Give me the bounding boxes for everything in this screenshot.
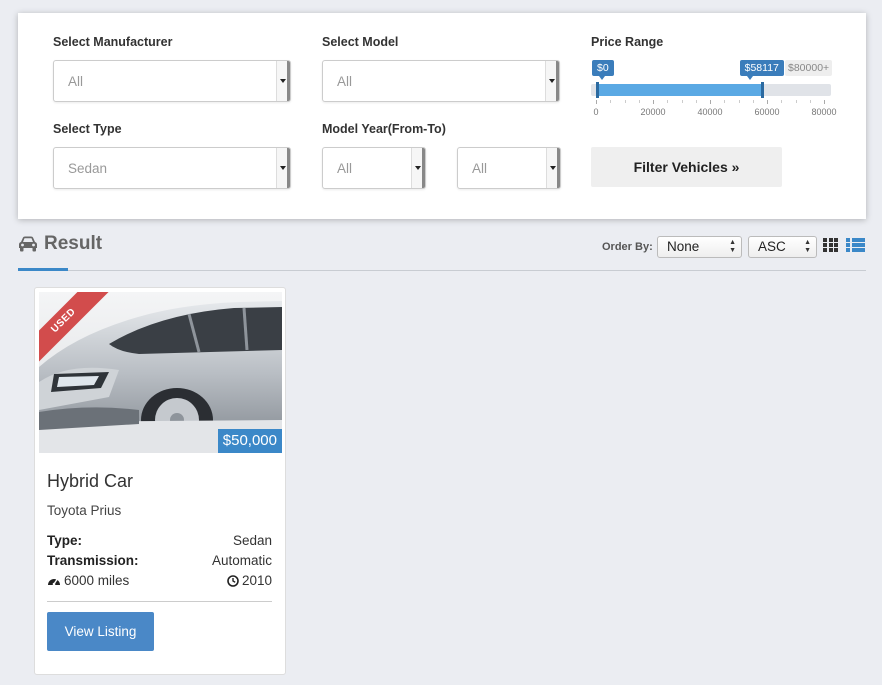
view-listing-button[interactable]: View Listing	[47, 612, 154, 651]
order-by-value: None	[667, 239, 700, 254]
list-view-icon[interactable]	[846, 238, 865, 252]
slider-tick-label: 60000	[754, 107, 780, 117]
slider-tick	[638, 100, 640, 103]
price-current-tag: $58117	[739, 60, 784, 80]
slider-tick	[767, 100, 768, 104]
slider-tick	[596, 100, 597, 104]
slider-tick	[824, 100, 825, 104]
filter-panel: Select Manufacturer All Select Model All…	[18, 13, 866, 219]
slider-tick-label: 40000	[697, 107, 723, 117]
slider-tick	[795, 100, 797, 103]
speedometer-icon	[48, 578, 60, 585]
updown-arrows-icon: ▲ ▼	[804, 239, 811, 254]
year-value: 2010	[241, 573, 272, 588]
year-to-value: All	[472, 161, 488, 176]
model-year-label: Model Year(From-To)	[322, 122, 446, 136]
type-select[interactable]: Sedan	[53, 147, 291, 189]
year-from-select[interactable]: All	[322, 147, 426, 189]
price-range-label: Price Range	[591, 35, 664, 49]
manufacturer-value: All	[68, 74, 84, 89]
slider-tick	[624, 100, 626, 103]
slider-tick	[667, 100, 669, 103]
results-title: Result	[18, 233, 102, 255]
spec-type-row: Type: Sedan	[47, 533, 272, 548]
spec-type-label: Type:	[47, 533, 83, 548]
model-select[interactable]: All	[322, 60, 560, 102]
price-slider-scale: 0 20000 40000 60000 80000	[591, 100, 837, 117]
year-to-select[interactable]: All	[457, 147, 561, 189]
order-by-label: Order By:	[602, 241, 653, 253]
spec-mileage-row: 6000 miles 2010	[47, 573, 272, 588]
price-slider-min-handle[interactable]	[596, 82, 599, 98]
price-slider-max-handle[interactable]	[760, 82, 764, 98]
slider-tick	[681, 100, 683, 103]
slider-tick	[809, 100, 811, 103]
results-underline	[18, 268, 68, 271]
slider-tick	[653, 100, 654, 104]
manufacturer-label: Select Manufacturer	[53, 35, 173, 49]
order-by-select[interactable]: None ▲ ▼	[657, 236, 742, 258]
mileage-value: 6000 miles	[64, 573, 130, 588]
slider-tick	[610, 100, 612, 103]
results-title-text: Result	[44, 233, 103, 254]
updown-arrows-icon: ▲ ▼	[729, 239, 736, 254]
car-icon	[19, 236, 37, 252]
slider-tick-label: 0	[593, 107, 599, 117]
listing-subtitle: Toyota Prius	[47, 503, 122, 518]
spec-transmission-label: Transmission:	[47, 553, 139, 568]
slider-tick	[710, 100, 711, 104]
listing-title[interactable]: Hybrid Car	[47, 471, 133, 492]
clock-icon	[227, 574, 239, 587]
chevron-down-icon	[276, 61, 290, 101]
slider-tick	[738, 100, 740, 103]
slider-tick-label: 80000	[811, 107, 837, 117]
card-divider	[47, 601, 272, 602]
order-direction-value: ASC	[758, 239, 786, 254]
manufacturer-select[interactable]: All	[53, 60, 291, 102]
grid-view-icon[interactable]	[823, 238, 841, 252]
chevron-down-icon	[546, 148, 560, 188]
price-min-tag: $0	[592, 60, 614, 80]
slider-tick	[781, 100, 783, 103]
slider-tick	[724, 100, 726, 103]
slider-tick	[752, 100, 754, 103]
model-label: Select Model	[322, 35, 399, 49]
chevron-down-icon	[276, 148, 290, 188]
filter-vehicles-button[interactable]: Filter Vehicles »	[591, 147, 782, 187]
slider-tick	[695, 100, 697, 103]
slider-tick-label: 20000	[640, 107, 666, 117]
results-header: Result	[18, 233, 102, 255]
chevron-down-icon	[545, 61, 559, 101]
results-divider	[18, 270, 866, 271]
listing-card: USED $50,000 Hybrid Car Toyota Prius Typ…	[34, 287, 286, 675]
price-slider-fill	[596, 84, 762, 96]
price-max-tag: $80000+	[785, 60, 833, 76]
chevron-down-icon	[411, 148, 425, 188]
spec-transmission-value: Automatic	[211, 553, 272, 568]
type-label: Select Type	[53, 122, 122, 136]
type-value: Sedan	[68, 161, 108, 176]
model-value: All	[337, 74, 353, 89]
price-slider[interactable]	[591, 82, 831, 98]
car-image[interactable]: USED $50,000	[39, 292, 282, 453]
spec-transmission-row: Transmission: Automatic	[47, 553, 272, 568]
spec-type-value: Sedan	[232, 533, 272, 548]
price-badge: $50,000	[217, 429, 282, 453]
order-direction-select[interactable]: ASC ▲ ▼	[748, 236, 817, 258]
year-from-value: All	[337, 161, 353, 176]
